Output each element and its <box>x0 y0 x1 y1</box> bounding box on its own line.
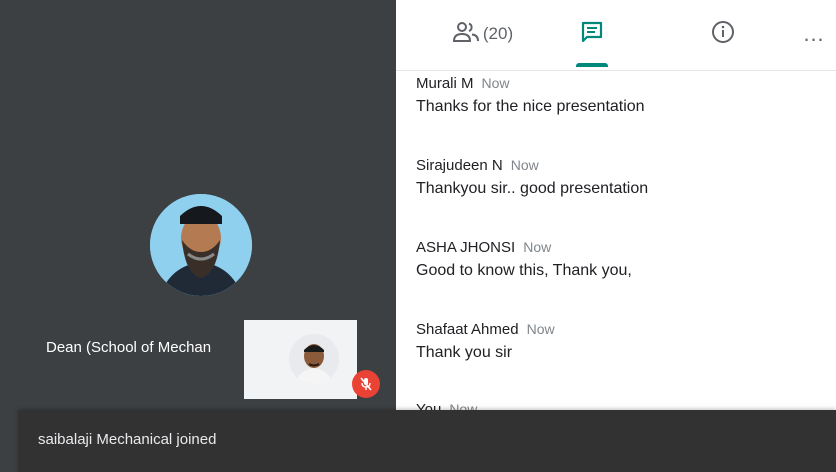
join-notification-toast: saibalaji Mechanical joined <box>18 410 836 472</box>
chat-message: ASHA JHONSI Now Good to know this, Thank … <box>416 239 816 280</box>
message-time: Now <box>481 75 510 91</box>
chat-icon <box>580 20 604 49</box>
message-sender: Shafaat Ahmed <box>416 321 519 338</box>
chat-message: Murali M Now Thanks for the nice presenta… <box>416 75 816 116</box>
info-icon <box>711 20 735 49</box>
more-icon: … <box>802 21 826 46</box>
tab-chat[interactable] <box>564 14 620 54</box>
message-sender: Sirajudeen N <box>416 157 503 174</box>
participant-avatar[interactable] <box>150 194 252 296</box>
message-text: Thanks for the nice presentation <box>416 98 645 115</box>
message-time: Now <box>526 321 555 337</box>
self-preview-tile[interactable] <box>244 320 357 399</box>
message-text: Good to know this, Thank you, <box>416 262 632 279</box>
chat-message: Shafaat Ahmed Now Thank you sir <box>416 321 816 362</box>
tab-people[interactable]: (20) <box>438 14 528 54</box>
chat-message-list[interactable]: Murali M Now Thanks for the nice presenta… <box>396 71 836 416</box>
people-icon <box>452 21 479 48</box>
self-avatar <box>289 334 339 384</box>
chat-message: Sirajudeen N Now Thankyou sir.. good pres… <box>416 157 816 198</box>
message-time: Now <box>523 239 552 255</box>
mic-off-icon <box>352 370 380 398</box>
message-sender: ASHA JHONSI <box>416 239 516 256</box>
more-options-button[interactable]: … <box>792 14 836 54</box>
message-text: Thank you sir <box>416 344 513 361</box>
message-time: Now <box>510 157 539 173</box>
message-sender: Murali M <box>416 75 474 92</box>
active-tab-indicator <box>576 63 608 67</box>
toast-text: saibalaji Mechanical joined <box>38 431 217 448</box>
participant-name: Dean (School of Mechan <box>46 339 212 356</box>
people-count: (20) <box>482 24 514 43</box>
panel-tabbar: (20) … <box>396 0 836 71</box>
tab-info[interactable] <box>698 14 748 54</box>
side-panel: (20) … Murali M Now Thanks for the nice … <box>396 0 836 472</box>
video-stage: Dean (School of Mechan <box>0 0 396 472</box>
message-text: Thankyou sir.. good presentation <box>416 180 649 197</box>
